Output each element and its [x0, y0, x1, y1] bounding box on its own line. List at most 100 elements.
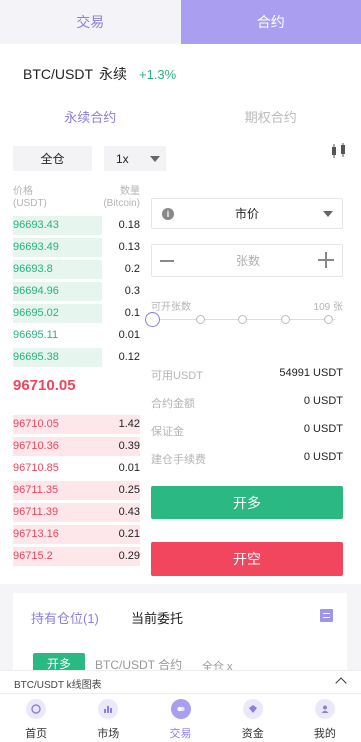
- orderbook-row[interactable]: 96695.38 0.12: [13, 348, 140, 367]
- tab-holdings[interactable]: 持有仓位(1): [31, 608, 99, 627]
- tab-options[interactable]: 期权合约: [181, 104, 361, 128]
- orderbook-row[interactable]: 96711.35 0.25: [13, 481, 140, 500]
- top-tabs: 交易 合约: [0, 0, 361, 44]
- qty-unit: (Bitcoin): [103, 198, 140, 209]
- orderbook-price: 96695.11: [13, 329, 59, 341]
- pair-change: +1.3%: [139, 66, 177, 82]
- nav-home[interactable]: 首页: [0, 694, 72, 742]
- info-key: 保证金: [151, 426, 184, 438]
- orderbook-row[interactable]: 96713.16 0.21: [13, 525, 140, 544]
- info-key: 建仓手续费: [151, 454, 206, 466]
- info-key: 合约金额: [151, 398, 195, 410]
- orderbook-row[interactable]: 96693.49 0.13: [13, 238, 140, 257]
- orderbook-qty: 0.01: [118, 329, 140, 341]
- order-type-select[interactable]: i 市价: [151, 198, 343, 229]
- orderbook-row[interactable]: 96710.85 0.01: [13, 459, 140, 478]
- open-short-button[interactable]: 开空: [151, 542, 343, 576]
- orderbook-price: 96693.49: [13, 241, 59, 253]
- order-type-value: 市价: [234, 207, 259, 221]
- slider-thumb[interactable]: [145, 312, 160, 327]
- bar-chart-icon: [98, 699, 119, 719]
- orderbook-price: 96694.96: [13, 285, 59, 297]
- info-value: 0 USDT: [303, 423, 343, 435]
- kline-strip[interactable]: BTC/USDT k线图表: [0, 670, 361, 694]
- orderbook-price: 96693.8: [13, 263, 53, 275]
- orderbook-qty: 0.01: [118, 462, 140, 474]
- info-value: 54991 USDT: [279, 367, 343, 379]
- orderbook-price: 96695.38: [13, 351, 59, 363]
- slider-step-25[interactable]: [196, 315, 205, 324]
- orderbook-row[interactable]: 96710.36 0.39: [13, 437, 140, 456]
- info-value: 0 USDT: [303, 451, 343, 463]
- orderbook-row[interactable]: 96695.02 0.1: [13, 304, 140, 323]
- candlestick-icon[interactable]: [330, 142, 348, 160]
- orderbook-qty: 0.25: [118, 484, 140, 496]
- open-qty-max: 109 张: [313, 302, 343, 313]
- open-qty-label: 可开张数: [151, 302, 191, 313]
- orderbook-row[interactable]: 96693.43 0.18: [13, 216, 140, 235]
- price-header: 价格: [13, 186, 33, 197]
- nav-label: 资金: [241, 728, 264, 740]
- leverage-select[interactable]: 1x: [104, 146, 166, 171]
- document-icon[interactable]: [320, 609, 333, 622]
- quantity-slider[interactable]: [145, 312, 337, 329]
- info-key: 可用USDT: [151, 370, 203, 382]
- slider-step-75[interactable]: [281, 315, 290, 324]
- nav-label: 交易: [169, 728, 192, 740]
- orderbook-qty: 0.13: [118, 241, 140, 253]
- orderbook-row[interactable]: 96710.05 1.42: [13, 415, 140, 434]
- info-icon[interactable]: i: [162, 208, 174, 220]
- tab-open-orders[interactable]: 当前委托: [131, 608, 183, 627]
- orderbook-price: 96695.02: [13, 307, 59, 319]
- nav-trade[interactable]: 交易: [144, 694, 216, 742]
- nav-market[interactable]: 市场: [72, 694, 144, 742]
- orderbook-price: 96711.39: [13, 506, 59, 518]
- orderbook-price: 96710.36: [13, 440, 59, 452]
- pair-type: 永续: [99, 66, 127, 82]
- orderbook-qty: 0.39: [118, 440, 140, 452]
- qty-header: 数量: [120, 186, 140, 197]
- quantity-input[interactable]: [192, 249, 304, 272]
- tab-perpetual[interactable]: 永续合约: [0, 104, 181, 128]
- orderbook-price: 96710.05: [13, 418, 59, 430]
- chevron-up-icon[interactable]: [335, 677, 347, 689]
- orderbook-price: 96710.85: [13, 462, 59, 474]
- home-icon: [26, 699, 47, 719]
- margin-mode-button[interactable]: 全仓: [13, 146, 92, 171]
- last-price: 96710.05: [13, 377, 76, 394]
- orderbook-row[interactable]: 96711.39 0.43: [13, 503, 140, 522]
- nav-label: 市场: [97, 728, 120, 740]
- orderbook-price: 96711.35: [13, 484, 59, 496]
- info-value: 0 USDT: [303, 395, 343, 407]
- orderbook-row[interactable]: 96695.11 0.01: [13, 326, 140, 345]
- nav-profile[interactable]: 我的: [289, 694, 361, 742]
- orderbook-price: 96715.2: [13, 550, 53, 562]
- bottom-nav: 首页 市场 交易 资金 我的: [0, 694, 361, 742]
- pair-header[interactable]: BTC/USDT 永续 +1.3%: [23, 64, 176, 84]
- orderbook-qty: 0.3: [124, 285, 140, 297]
- orderbook-qty: 0.1: [124, 307, 140, 319]
- orderbook-price: 96693.43: [13, 219, 59, 231]
- contract-sub-tabs: 永续合约 期权合约: [0, 104, 361, 128]
- orderbook-qty: 0.21: [118, 528, 140, 540]
- slider-step-50[interactable]: [238, 315, 247, 324]
- orderbook-row[interactable]: 96693.8 0.2: [13, 260, 140, 279]
- info-row-fee: 建仓手续费 0 USDT: [151, 451, 343, 467]
- user-icon: [314, 699, 335, 719]
- nav-label: 首页: [25, 728, 48, 740]
- orderbook-qty: 1.42: [118, 418, 140, 430]
- caret-down-icon: [323, 211, 333, 217]
- info-row-contract-amount: 合约金额 0 USDT: [151, 395, 343, 411]
- minus-icon[interactable]: [160, 260, 174, 262]
- orderbook-qty: 0.18: [118, 219, 140, 231]
- plus-icon[interactable]: [318, 252, 334, 268]
- quantity-stepper: [151, 244, 343, 277]
- nav-assets[interactable]: 资金: [217, 694, 289, 742]
- tab-contract[interactable]: 合约: [180, 0, 361, 44]
- open-long-button[interactable]: 开多: [151, 486, 343, 519]
- slider-step-100[interactable]: [324, 315, 333, 324]
- orderbook-row[interactable]: 96694.96 0.3: [13, 282, 140, 301]
- tab-spot[interactable]: 交易: [0, 0, 181, 44]
- orderbook-qty: 0.2: [124, 263, 140, 275]
- orderbook-row[interactable]: 96715.2 0.29: [13, 547, 140, 566]
